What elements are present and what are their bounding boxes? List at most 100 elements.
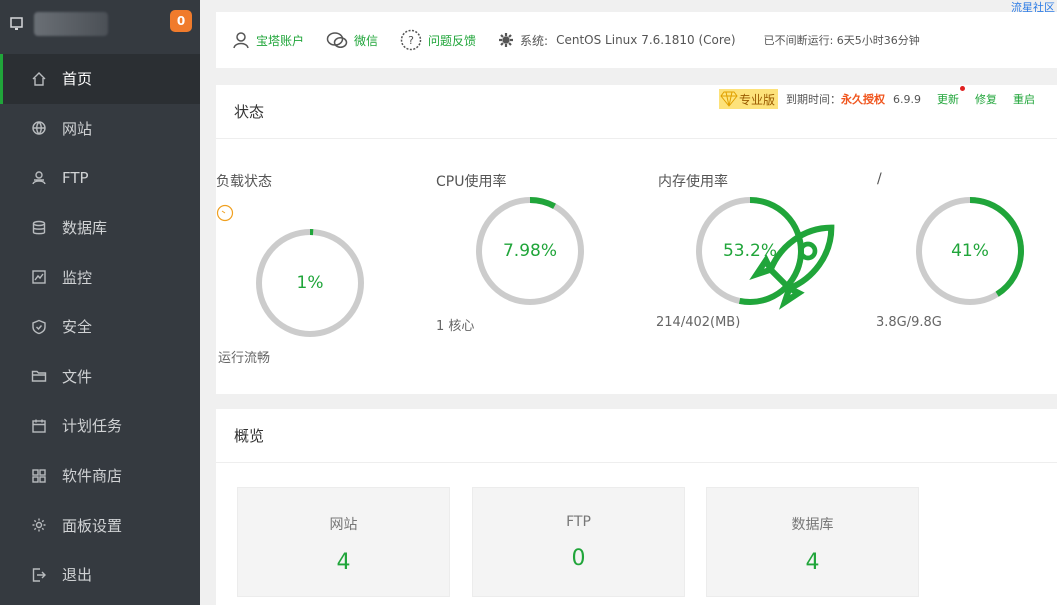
load-indicator-icon — [216, 204, 234, 222]
home-icon — [30, 70, 48, 88]
cpu-gauge-ring[interactable]: 7.98% — [474, 195, 586, 307]
gauge-label: / — [877, 171, 882, 187]
gauge-label: 负载状态 — [216, 174, 272, 190]
logo — [34, 12, 108, 36]
overview-panel: 概览 网站 4 FTP 0 数据库 4 — [216, 409, 1057, 605]
sidebar-item-logout[interactable]: 退出 — [0, 550, 200, 600]
account-link[interactable]: 宝塔账户 — [232, 31, 304, 49]
sidebar-item-label: 面板设置 — [62, 516, 123, 535]
gauge-label: CPU使用率 — [436, 174, 507, 190]
pro-badge[interactable]: 专业版 — [718, 89, 778, 109]
sidebar-item-cron[interactable]: 计划任务 — [0, 401, 200, 451]
sidebar-item-label: 文件 — [62, 367, 93, 386]
update-link[interactable]: 更新 — [937, 86, 965, 107]
user-icon — [232, 31, 250, 49]
system-value: CentOS Linux 7.6.1810 (Core) — [556, 33, 736, 47]
apps-icon — [30, 467, 48, 485]
sidebar-item-website[interactable]: 网站 — [0, 104, 200, 154]
sidebar-item-label: 安全 — [62, 318, 93, 337]
repair-link[interactable]: 修复 — [975, 91, 997, 107]
memory-gauge-ring[interactable]: 53.2% — [694, 195, 835, 310]
sidebar-menu: 首页 网站 FTP 数据库 监控 安全 文件 计划任务 软件商店 面板设置 退出 — [0, 54, 200, 600]
diamond-icon — [719, 90, 739, 108]
sidebar: 0 首页 网站 FTP 数据库 监控 安全 文件 计划任务 软件商店 面板设置 … — [0, 0, 200, 605]
system-label: 系统: — [520, 33, 549, 48]
disk-value: 41% — [951, 241, 989, 261]
sidebar-item-label: FTP — [62, 168, 89, 187]
disk-gauge-ring[interactable]: 41% — [914, 195, 1026, 307]
gauge-label: 内存使用率 — [658, 174, 728, 190]
ftp-icon — [30, 169, 48, 187]
gear-icon — [30, 516, 48, 534]
sidebar-item-database[interactable]: 数据库 — [0, 203, 200, 253]
wechat-label: 微信 — [354, 33, 379, 48]
gauge-cpu: CPU使用率 — [436, 171, 636, 191]
database-icon — [30, 219, 48, 237]
overview-card-name: 网站 — [329, 517, 358, 533]
calendar-icon — [30, 417, 48, 435]
license-info: 专业版 到期时间： 永久授权 6.9.9 更新 修复 重启 — [718, 86, 1035, 109]
overview-card-databases[interactable]: 数据库 4 — [706, 487, 919, 597]
sidebar-item-label: 数据库 — [62, 219, 108, 238]
sidebar-item-label: 软件商店 — [62, 467, 123, 486]
system-info: 系统: CentOS Linux 7.6.1810 (Core) — [498, 32, 736, 49]
sidebar-item-security[interactable]: 安全 — [0, 302, 200, 352]
load-value: 1% — [296, 273, 324, 293]
sidebar-item-label: 监控 — [62, 268, 93, 287]
memory-value: 53.2% — [722, 241, 777, 261]
status-panel: 状态 专业版 到期时间： 永久授权 6.9.9 更新 修复 重启 负载状态 1%… — [216, 85, 1057, 394]
gear-icon — [498, 32, 514, 48]
wechat-link[interactable]: 微信 — [326, 31, 378, 49]
feedback-link[interactable]: ? 问题反馈 — [400, 29, 476, 51]
overview-card-name: 数据库 — [791, 517, 834, 533]
expire-value: 永久授权 — [841, 93, 885, 106]
expire-label: 到期时间： — [786, 93, 841, 106]
sidebar-item-label: 计划任务 — [62, 417, 123, 436]
load-gauge-ring[interactable]: 1% — [254, 227, 366, 339]
notification-badge[interactable]: 0 — [170, 10, 192, 32]
memory-usage-text: 214/402(MB) — [656, 315, 741, 330]
sidebar-item-label: 网站 — [62, 119, 93, 138]
overview-card-ftp[interactable]: FTP 0 — [472, 487, 685, 597]
cpu-cores-text: 1 核心 — [436, 319, 475, 334]
overview-card-websites[interactable]: 网站 4 — [237, 487, 450, 597]
sidebar-item-panel-settings[interactable]: 面板设置 — [0, 500, 200, 550]
uptime-info: 已不间断运行: 6天5小时36分钟 — [764, 32, 920, 48]
feedback-label: 问题反馈 — [428, 33, 477, 48]
monitor-icon — [30, 268, 48, 286]
feedback-icon: ? — [400, 29, 422, 51]
globe-icon — [30, 119, 48, 137]
sidebar-item-ftp[interactable]: FTP — [0, 153, 200, 203]
version: 6.9.9 — [893, 92, 921, 106]
sidebar-header: 0 — [0, 0, 200, 48]
overview-title: 概览 — [216, 409, 1057, 463]
overview-card-name: FTP — [566, 514, 591, 530]
sidebar-item-files[interactable]: 文件 — [0, 352, 200, 402]
cpu-value: 7.98% — [502, 241, 557, 261]
update-dot — [960, 86, 965, 91]
update-label: 更新 — [937, 93, 959, 106]
shield-icon — [30, 318, 48, 336]
sidebar-item-label: 首页 — [62, 70, 93, 89]
disk-usage-text: 3.8G/9.8G — [876, 315, 942, 330]
load-status-text: 运行流畅 — [218, 351, 271, 366]
overview-card-count: 4 — [805, 550, 820, 575]
logout-icon — [30, 566, 48, 584]
gauge-load: 负载状态 — [216, 171, 416, 191]
gauge-disk: / — [877, 171, 1057, 191]
server-icon — [10, 17, 23, 30]
overview-card-count: 0 — [571, 546, 586, 571]
folder-icon — [30, 367, 48, 385]
sidebar-item-monitor[interactable]: 监控 — [0, 252, 200, 302]
wechat-icon — [326, 31, 348, 49]
top-bar: 宝塔账户 微信 ? 问题反馈 系统: CentOS Linux 7.6.1810… — [216, 12, 1057, 68]
restart-link[interactable]: 重启 — [1013, 91, 1035, 107]
sidebar-item-home[interactable]: 首页 — [0, 54, 200, 104]
account-label: 宝塔账户 — [256, 33, 305, 48]
sidebar-item-label: 退出 — [62, 566, 93, 585]
overview-card-count: 4 — [336, 550, 351, 575]
gauge-memory: 内存使用率 — [658, 171, 858, 191]
svg-text:?: ? — [408, 34, 414, 47]
sidebar-item-app-store[interactable]: 软件商店 — [0, 451, 200, 501]
uptime-text: 已不间断运行: 6天5小时36分钟 — [763, 34, 920, 47]
